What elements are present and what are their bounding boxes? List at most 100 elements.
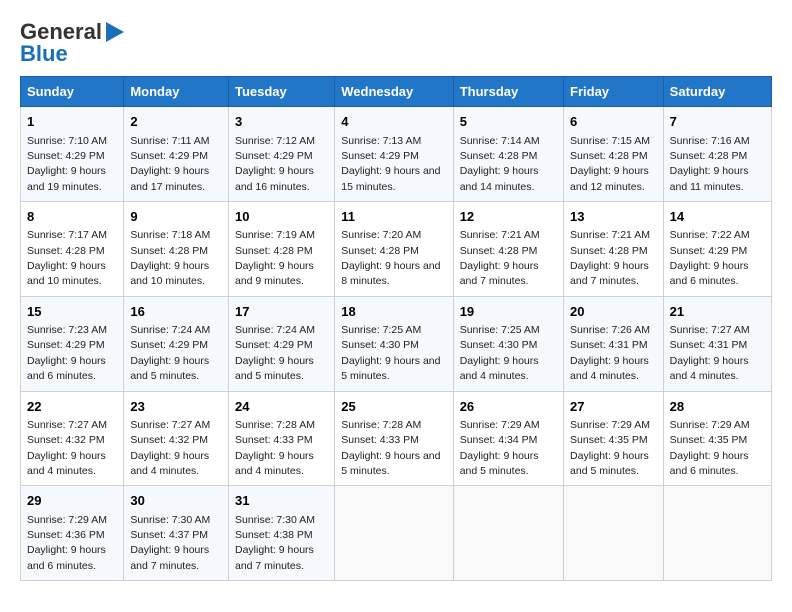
calendar-cell: 6 Sunrise: 7:15 AM Sunset: 4:28 PM Daylig… [564,107,664,202]
calendar-cell: 22Sunrise: 7:27 AM Sunset: 4:32 PM Dayli… [21,391,124,486]
calendar-header-row: SundayMondayTuesdayWednesdayThursdayFrid… [21,77,772,107]
day-number: 24 [235,398,328,416]
calendar-cell: 24 Sunrise: 7:28 AM Sunset: 4:33 PM Dayli… [228,391,334,486]
day-info: Sunrise: 7:29 AM Sunset: 4:34 PM Dayligh… [460,419,540,477]
day-info: Sunrise: 7:29 AM Sunset: 4:35 PM Dayligh… [670,419,750,477]
calendar-cell: 9 Sunrise: 7:18 AM Sunset: 4:28 PM Daylig… [124,202,229,297]
day-number: 13 [570,208,657,226]
day-number: 5 [460,113,557,131]
calendar-cell: 7 Sunrise: 7:16 AM Sunset: 4:28 PM Daylig… [663,107,771,202]
day-info: Sunrise: 7:11 AM Sunset: 4:29 PM Dayligh… [130,135,209,193]
header-tuesday: Tuesday [228,77,334,107]
day-info: Sunrise: 7:20 AM Sunset: 4:28 PM Dayligh… [341,229,440,287]
day-info: Sunrise: 7:23 AM Sunset: 4:29 PM Dayligh… [27,324,107,382]
day-number: 23 [130,398,222,416]
calendar-cell: 31 Sunrise: 7:30 AM Sunset: 4:38 PM Dayli… [228,486,334,581]
calendar-cell [663,486,771,581]
calendar-cell: 13 Sunrise: 7:21 AM Sunset: 4:28 PM Dayli… [564,202,664,297]
day-number: 12 [460,208,557,226]
day-info: Sunrise: 7:16 AM Sunset: 4:28 PM Dayligh… [670,135,750,193]
day-info: Sunrise: 7:13 AM Sunset: 4:29 PM Dayligh… [341,135,440,193]
day-info: Sunrise: 7:25 AM Sunset: 4:30 PM Dayligh… [460,324,540,382]
header-thursday: Thursday [453,77,563,107]
calendar-cell: 2 Sunrise: 7:11 AM Sunset: 4:29 PM Daylig… [124,107,229,202]
calendar-cell: 25Sunrise: 7:28 AM Sunset: 4:33 PM Dayli… [335,391,453,486]
day-info: Sunrise: 7:21 AM Sunset: 4:28 PM Dayligh… [460,229,540,287]
header-saturday: Saturday [663,77,771,107]
day-number: 27 [570,398,657,416]
day-info: Sunrise: 7:18 AM Sunset: 4:28 PM Dayligh… [130,229,210,287]
calendar-cell [564,486,664,581]
calendar-cell: 15 Sunrise: 7:23 AM Sunset: 4:29 PM Dayli… [21,296,124,391]
day-info: Sunrise: 7:28 AM Sunset: 4:33 PM Dayligh… [235,419,315,477]
day-info: Sunrise: 7:17 AM Sunset: 4:28 PM Dayligh… [27,229,107,287]
day-number: 9 [130,208,222,226]
calendar-cell: 27 Sunrise: 7:29 AM Sunset: 4:35 PM Dayli… [564,391,664,486]
calendar-cell [453,486,563,581]
day-info: Sunrise: 7:12 AM Sunset: 4:29 PM Dayligh… [235,135,315,193]
calendar-cell [335,486,453,581]
day-number: 4 [341,113,446,131]
header-wednesday: Wednesday [335,77,453,107]
day-number: 18 [341,303,446,321]
day-info: Sunrise: 7:24 AM Sunset: 4:29 PM Dayligh… [235,324,315,382]
calendar-cell: 3 Sunrise: 7:12 AM Sunset: 4:29 PM Daylig… [228,107,334,202]
calendar-cell: 11 Sunrise: 7:20 AM Sunset: 4:28 PM Dayli… [335,202,453,297]
day-info: Sunrise: 7:25 AM Sunset: 4:30 PM Dayligh… [341,324,440,382]
day-number: 26 [460,398,557,416]
calendar-cell: 16Sunrise: 7:24 AM Sunset: 4:29 PM Dayli… [124,296,229,391]
day-info: Sunrise: 7:30 AM Sunset: 4:38 PM Dayligh… [235,514,315,572]
day-info: Sunrise: 7:22 AM Sunset: 4:29 PM Dayligh… [670,229,750,287]
logo: General Blue [20,20,124,66]
day-number: 31 [235,492,328,510]
day-info: Sunrise: 7:30 AM Sunset: 4:37 PM Dayligh… [130,514,210,572]
calendar-cell: 4 Sunrise: 7:13 AM Sunset: 4:29 PM Daylig… [335,107,453,202]
calendar-cell: 18 Sunrise: 7:25 AM Sunset: 4:30 PM Dayli… [335,296,453,391]
header-sunday: Sunday [21,77,124,107]
header-friday: Friday [564,77,664,107]
calendar-cell: 8 Sunrise: 7:17 AM Sunset: 4:28 PM Daylig… [21,202,124,297]
day-info: Sunrise: 7:28 AM Sunset: 4:33 PM Dayligh… [341,419,440,477]
day-number: 30 [130,492,222,510]
day-number: 28 [670,398,765,416]
day-number: 19 [460,303,557,321]
day-number: 20 [570,303,657,321]
calendar-cell: 19 Sunrise: 7:25 AM Sunset: 4:30 PM Dayli… [453,296,563,391]
calendar-cell: 23Sunrise: 7:27 AM Sunset: 4:32 PM Dayli… [124,391,229,486]
header-monday: Monday [124,77,229,107]
day-number: 7 [670,113,765,131]
day-info: Sunrise: 7:27 AM Sunset: 4:31 PM Dayligh… [670,324,750,382]
day-number: 10 [235,208,328,226]
calendar-cell: 21 Sunrise: 7:27 AM Sunset: 4:31 PM Dayli… [663,296,771,391]
day-info: Sunrise: 7:24 AM Sunset: 4:29 PM Dayligh… [130,324,210,382]
calendar-week-1: 1Sunrise: 7:10 AM Sunset: 4:29 PM Daylig… [21,107,772,202]
day-info: Sunrise: 7:29 AM Sunset: 4:36 PM Dayligh… [27,514,107,572]
day-info: Sunrise: 7:27 AM Sunset: 4:32 PM Dayligh… [27,419,107,477]
calendar-cell: 14 Sunrise: 7:22 AM Sunset: 4:29 PM Dayli… [663,202,771,297]
calendar-cell: 17 Sunrise: 7:24 AM Sunset: 4:29 PM Dayli… [228,296,334,391]
day-info: Sunrise: 7:15 AM Sunset: 4:28 PM Dayligh… [570,135,650,193]
day-info: Sunrise: 7:10 AM Sunset: 4:29 PM Dayligh… [27,135,107,193]
day-number: 14 [670,208,765,226]
calendar-week-3: 15 Sunrise: 7:23 AM Sunset: 4:29 PM Dayli… [21,296,772,391]
day-info: Sunrise: 7:21 AM Sunset: 4:28 PM Dayligh… [570,229,650,287]
day-number: 3 [235,113,328,131]
day-number: 15 [27,303,117,321]
day-number: 8 [27,208,117,226]
calendar-cell: 1Sunrise: 7:10 AM Sunset: 4:29 PM Daylig… [21,107,124,202]
day-number: 17 [235,303,328,321]
day-number: 29 [27,492,117,510]
calendar-cell: 20Sunrise: 7:26 AM Sunset: 4:31 PM Dayli… [564,296,664,391]
calendar-cell: 12 Sunrise: 7:21 AM Sunset: 4:28 PM Dayli… [453,202,563,297]
calendar-table: SundayMondayTuesdayWednesdayThursdayFrid… [20,76,772,581]
day-info: Sunrise: 7:29 AM Sunset: 4:35 PM Dayligh… [570,419,650,477]
day-number: 11 [341,208,446,226]
calendar-week-4: 22Sunrise: 7:27 AM Sunset: 4:32 PM Dayli… [21,391,772,486]
day-number: 21 [670,303,765,321]
calendar-cell: 26 Sunrise: 7:29 AM Sunset: 4:34 PM Dayli… [453,391,563,486]
day-number: 2 [130,113,222,131]
logo-text-blue: Blue [20,42,68,66]
page-header: General Blue [20,20,772,66]
day-number: 6 [570,113,657,131]
calendar-week-5: 29 Sunrise: 7:29 AM Sunset: 4:36 PM Dayli… [21,486,772,581]
